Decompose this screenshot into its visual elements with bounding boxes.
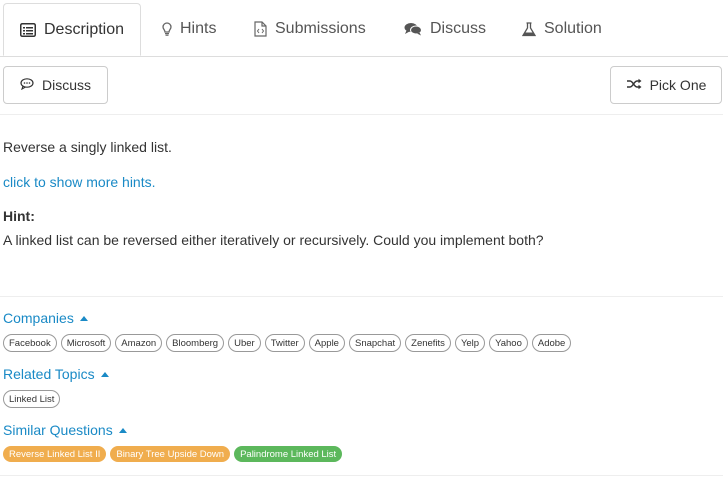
discuss-button[interactable]: Discuss — [3, 66, 108, 104]
divider — [0, 475, 723, 476]
tab-label: Description — [43, 20, 125, 38]
company-tag[interactable]: Yelp — [454, 334, 486, 352]
company-tag[interactable]: Yahoo — [489, 334, 528, 352]
tab-bar: Description Hints Submissions Discuss So… — [0, 0, 728, 57]
tab-label: Hints — [180, 20, 217, 37]
similar-questions-toggle[interactable]: Similar Questions — [3, 422, 127, 438]
file-code-icon — [254, 21, 267, 37]
company-tag[interactable]: Twitter — [264, 334, 305, 352]
similar-questions-title: Similar Questions — [3, 422, 113, 438]
related-topics-toggle[interactable]: Related Topics — [3, 366, 109, 382]
company-tag[interactable]: Microsoft — [60, 334, 112, 352]
divider — [0, 296, 723, 297]
tab-description[interactable]: Description — [3, 3, 141, 56]
tab-discuss[interactable]: Discuss — [394, 3, 496, 55]
comment-icon — [20, 77, 34, 93]
pick-one-button-label: Pick One — [649, 77, 707, 93]
caret-up-icon — [118, 427, 127, 433]
comments-icon — [404, 22, 422, 36]
company-tag[interactable]: Uber — [228, 334, 261, 352]
list-icon — [19, 22, 36, 37]
similar-questions-tag-list: Reverse Linked List II Binary Tree Upsid… — [3, 446, 343, 462]
companies-toggle[interactable]: Companies — [3, 310, 88, 326]
similar-question-tag[interactable]: Binary Tree Upside Down — [110, 446, 231, 462]
similar-question-tag[interactable]: Palindrome Linked List — [234, 446, 343, 462]
company-tag[interactable]: Snapchat — [348, 334, 402, 352]
pick-one-button[interactable]: Pick One — [610, 66, 722, 104]
tab-label: Submissions — [275, 20, 366, 37]
caret-up-icon — [100, 371, 109, 377]
flask-icon — [522, 21, 536, 37]
company-tag[interactable]: Facebook — [3, 334, 57, 352]
hint-title: Hint: — [3, 208, 35, 224]
related-topics-tag-list: Linked List — [3, 390, 61, 408]
topic-tag[interactable]: Linked List — [3, 390, 61, 408]
companies-tag-list: Facebook Microsoft Amazon Bloomberg Uber… — [3, 334, 572, 352]
company-tag[interactable]: Amazon — [115, 334, 163, 352]
company-tag[interactable]: Bloomberg — [166, 334, 225, 352]
company-tag[interactable]: Zenefits — [405, 334, 451, 352]
lightbulb-icon — [162, 22, 172, 36]
related-topics-title: Related Topics — [3, 366, 95, 382]
tab-hints[interactable]: Hints — [152, 3, 226, 55]
caret-up-icon — [79, 315, 88, 321]
company-tag[interactable]: Apple — [308, 334, 345, 352]
show-hints-link[interactable]: click to show more hints. — [3, 174, 156, 190]
tab-submissions[interactable]: Submissions — [244, 3, 376, 55]
tab-label: Discuss — [430, 20, 487, 37]
divider — [0, 114, 723, 115]
problem-statement: Reverse a singly linked list. — [3, 139, 172, 155]
company-tag[interactable]: Adobe — [531, 334, 572, 352]
hint-body: A linked list can be reversed either ite… — [3, 232, 544, 248]
tab-label: Solution — [544, 20, 602, 37]
shuffle-icon — [626, 77, 642, 93]
companies-title: Companies — [3, 310, 74, 326]
similar-question-tag[interactable]: Reverse Linked List II — [3, 446, 107, 462]
discuss-button-label: Discuss — [41, 77, 91, 93]
tab-solution[interactable]: Solution — [512, 3, 612, 55]
